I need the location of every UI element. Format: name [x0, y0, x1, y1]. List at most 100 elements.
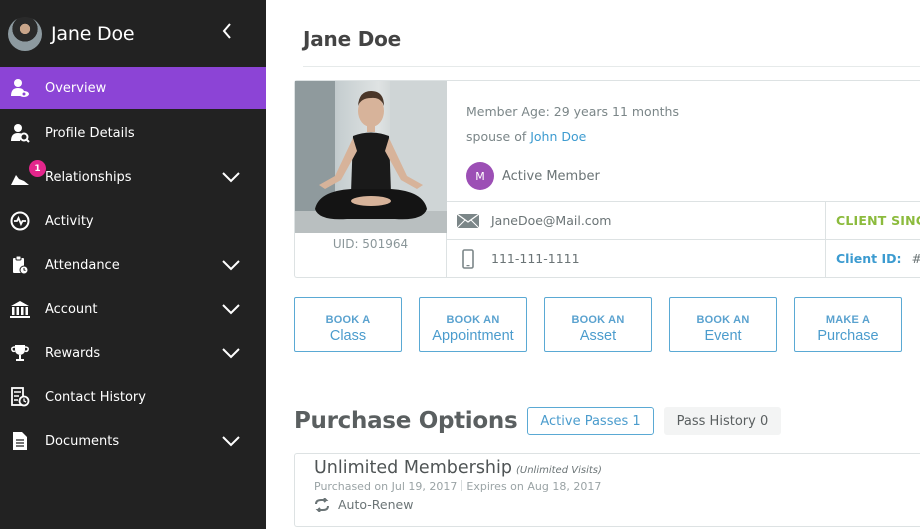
email-row: JaneDoe@Mail.com CLIENT SINCE:: [447, 201, 920, 239]
app: Jane Doe Overview Profile Details 1 Rela…: [0, 0, 920, 529]
action-top-label: BOOK AN: [696, 314, 750, 326]
refresh-icon: [315, 497, 329, 512]
client-id-value: #: [911, 251, 920, 266]
make-purchase-button[interactable]: MAKE A Purchase: [794, 297, 902, 352]
contact-divider: [825, 202, 826, 239]
sidebar-item-label: Documents: [45, 433, 120, 449]
action-main-label: Asset: [579, 328, 617, 344]
status-label: Active Member: [502, 168, 600, 184]
action-top-label: BOOK AN: [446, 314, 500, 326]
contact-divider: [825, 240, 826, 277]
member-info: Member Age: 29 years 11 months spouse of…: [466, 104, 679, 190]
chevron-left-icon: [222, 23, 231, 39]
book-event-button[interactable]: BOOK AN Event: [669, 297, 777, 352]
chevron-down-icon[interactable]: [221, 346, 241, 360]
user-eye-icon: [9, 77, 31, 99]
sidebar-item-label: Activity: [45, 213, 94, 229]
relationships-icon: 1: [9, 160, 46, 188]
status-badge: M: [466, 162, 494, 190]
bank-icon: [9, 298, 31, 320]
sidebar-item-attendance[interactable]: Attendance: [0, 243, 266, 287]
clipboard-clock-icon: [9, 254, 31, 276]
pass-title-row: Unlimited Membership (Unlimited Visits): [314, 458, 920, 478]
sidebar-nav: Overview Profile Details 1 Relationships: [0, 67, 266, 463]
book-class-button[interactable]: BOOK A Class: [294, 297, 402, 352]
action-top-label: BOOK A: [325, 314, 371, 326]
sidebar-item-label: Profile Details: [45, 125, 135, 141]
client-id-label: Client ID:: [836, 251, 902, 266]
sidebar-user-name: Jane Doe: [51, 22, 135, 45]
action-top-label: MAKE A: [825, 314, 871, 326]
chevron-down-icon[interactable]: [221, 258, 241, 272]
sidebar-item-documents[interactable]: Documents: [0, 419, 266, 463]
auto-renew-row: Auto-Renew: [314, 497, 920, 512]
notification-badge: 1: [29, 160, 46, 177]
action-main-label: Appointment: [432, 328, 514, 344]
relationship-line: spouse of John Doe: [466, 129, 679, 144]
photo-column: UID: 501964: [295, 81, 447, 277]
sidebar-item-profile-details[interactable]: Profile Details: [0, 111, 266, 155]
tab-pass-history[interactable]: Pass History 0: [663, 407, 782, 435]
purchased-date: Purchased on Jul 19, 2017: [314, 480, 458, 493]
action-main-label: Class: [329, 328, 367, 344]
pass-dates: Purchased on Jul 19, 2017 Expires on Aug …: [314, 480, 920, 493]
sidebar-item-relationships[interactable]: 1 Relationships: [0, 155, 266, 199]
collapse-sidebar-button[interactable]: [218, 20, 236, 42]
member-age: Member Age: 29 years 11 months: [466, 104, 679, 119]
pass-subtitle: (Unlimited Visits): [516, 465, 602, 476]
page-title: Jane Doe: [303, 27, 402, 51]
phone-row: 111-111-1111 Client ID: #: [447, 239, 920, 277]
sidebar-item-contact-history[interactable]: Contact History: [0, 375, 266, 419]
activity-icon: [9, 210, 31, 232]
pass-card[interactable]: Unlimited Membership (Unlimited Visits) P…: [294, 453, 920, 527]
sidebar-item-label: Rewards: [45, 345, 101, 361]
book-appointment-button[interactable]: BOOK AN Appointment: [419, 297, 527, 352]
purchase-options-header: Purchase Options Active Passes 1 Pass Hi…: [294, 407, 782, 435]
action-top-label: BOOK AN: [571, 314, 625, 326]
sidebar-item-overview[interactable]: Overview: [0, 67, 266, 109]
action-buttons: BOOK A Class BOOK AN Appointment BOOK AN…: [294, 297, 902, 352]
avatar: [8, 16, 42, 51]
sidebar-item-label: Relationships: [45, 169, 132, 185]
client-since-label: CLIENT SINCE:: [836, 213, 920, 228]
sidebar-item-label: Overview: [45, 80, 107, 96]
envelope-icon: [456, 210, 480, 232]
expires-date: Expires on Aug 18, 2017: [466, 480, 602, 493]
phone-value[interactable]: 111-111-1111: [491, 251, 821, 266]
profile-photo[interactable]: [295, 81, 447, 233]
pass-name: Unlimited Membership: [314, 458, 512, 478]
sidebar-header: Jane Doe: [0, 0, 266, 67]
uid-label: UID: 501964: [332, 237, 409, 251]
date-separator: [461, 480, 463, 491]
email-value[interactable]: JaneDoe@Mail.com: [491, 213, 821, 228]
book-asset-button[interactable]: BOOK AN Asset: [544, 297, 652, 352]
chevron-down-icon[interactable]: [221, 170, 241, 184]
sidebar-item-label: Account: [45, 301, 98, 317]
profile-photo-image: [295, 81, 447, 233]
spouse-link[interactable]: John Doe: [530, 129, 586, 144]
tab-active-passes[interactable]: Active Passes 1: [527, 407, 654, 435]
action-main-label: Event: [704, 328, 742, 344]
profile-card: UID: 501964 Member Age: 29 years 11 mont…: [294, 80, 920, 278]
relationship-prefix: spouse of: [466, 129, 531, 144]
sidebar-item-activity[interactable]: Activity: [0, 199, 266, 243]
sidebar-item-label: Contact History: [45, 389, 146, 405]
action-main-label: Purchase: [817, 328, 879, 344]
title-divider: [303, 66, 920, 67]
contact-history-icon: [9, 386, 31, 408]
purchase-options-title: Purchase Options: [294, 408, 518, 434]
chevron-down-icon[interactable]: [221, 302, 241, 316]
mobile-phone-icon: [456, 248, 480, 270]
sidebar-item-label: Attendance: [45, 257, 120, 273]
sidebar-item-rewards[interactable]: Rewards: [0, 331, 266, 375]
auto-renew-label: Auto-Renew: [338, 497, 414, 512]
chevron-down-icon[interactable]: [221, 434, 241, 448]
sidebar-item-account[interactable]: Account: [0, 287, 266, 331]
main-content: Jane Doe UID: 501964 Member Age: 29 year…: [266, 0, 920, 529]
sidebar: Jane Doe Overview Profile Details 1 Rela…: [0, 0, 266, 529]
membership-status: M Active Member: [466, 162, 679, 190]
user-search-icon: [9, 122, 31, 144]
client-id: Client ID: #: [836, 251, 920, 266]
document-icon: [9, 430, 31, 452]
trophy-icon: [9, 342, 31, 364]
